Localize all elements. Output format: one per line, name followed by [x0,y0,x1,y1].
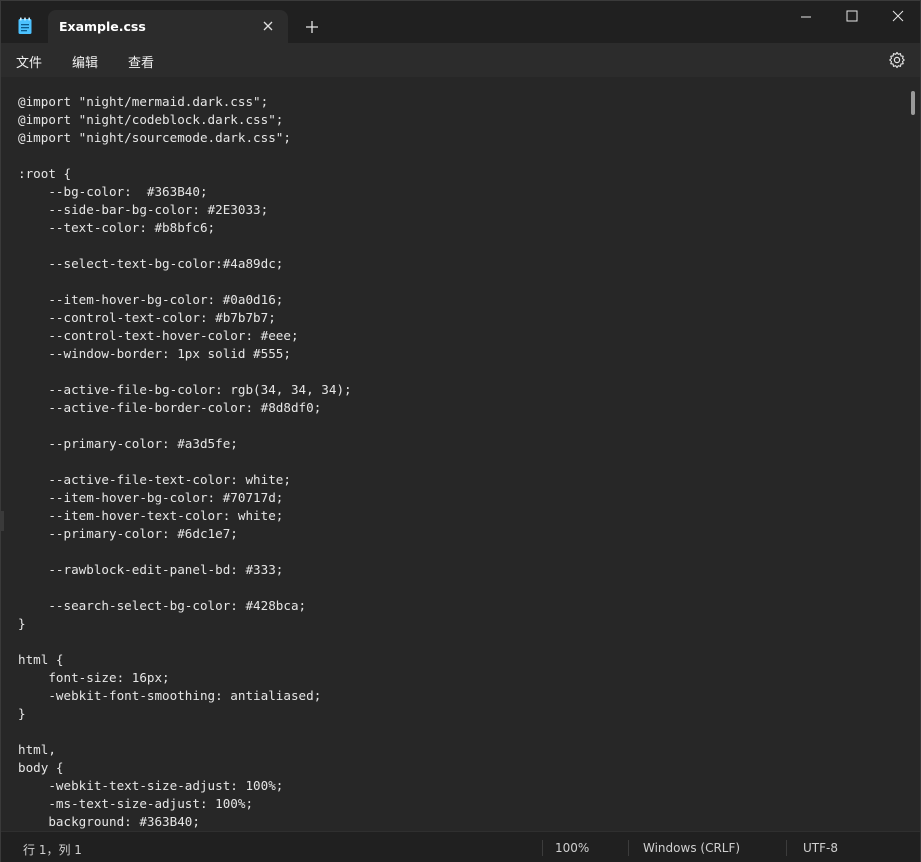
tab-example-css[interactable]: Example.css [48,10,288,44]
code-line: :root { [18,166,72,181]
notepad-window: Example.css 文件 编辑 查看 @import "night/merm… [0,0,921,862]
code-line: --side-bar-bg-color: #2E3033; [18,202,269,217]
status-divider [628,840,629,856]
code-line: --select-text-bg-color:#4a89dc; [18,256,284,271]
status-divider [542,840,543,856]
code-line: --control-text-color: #b7b7b7; [18,310,276,325]
maximize-icon[interactable] [837,7,867,27]
code-line: body { [18,760,64,775]
menu-bar: 文件 编辑 查看 [1,43,920,77]
code-line: } [18,706,26,721]
close-tab-icon[interactable] [260,18,276,34]
code-line: html { [18,652,64,667]
code-line: -ms-text-size-adjust: 100%; [18,796,254,811]
settings-gear-icon[interactable] [888,51,906,69]
code-line: --search-select-bg-color: #428bca; [18,598,307,613]
code-text[interactable]: @import "night/mermaid.dark.css"; @import… [18,93,900,831]
code-line: --text-color: #b8bfc6; [18,220,216,235]
code-line: --primary-color: #a3d5fe; [18,436,238,451]
line-ending[interactable]: Windows (CRLF) [643,841,740,855]
code-line: --item-hover-bg-color: #70717d; [18,490,284,505]
code-line: font-size: 16px; [18,670,170,685]
code-line: --rawblock-edit-panel-bd: #333; [18,562,284,577]
code-line: @import "night/sourcemode.dark.css"; [18,130,291,145]
code-line: --bg-color: #363B40; [18,184,208,199]
code-line: --item-hover-bg-color: #0a0d16; [18,292,284,307]
minimize-icon[interactable] [791,7,821,27]
text-editor-area[interactable]: @import "night/mermaid.dark.css"; @import… [1,77,920,831]
title-bar[interactable]: Example.css [1,1,920,44]
new-tab-plus-icon[interactable] [303,18,321,36]
menu-edit[interactable]: 编辑 [72,52,98,71]
code-line: html, [18,742,56,757]
notepad-app-icon [18,17,32,34]
status-bar: 行 1，列 1 100% Windows (CRLF) UTF-8 [1,831,920,862]
encoding[interactable]: UTF-8 [803,841,838,855]
menu-view[interactable]: 查看 [128,52,154,71]
code-line: --window-border: 1px solid #555; [18,346,291,361]
code-line: @import "night/codeblock.dark.css"; [18,112,284,127]
tab-title: Example.css [59,19,146,34]
zoom-level[interactable]: 100% [555,841,589,855]
code-line: --control-text-hover-color: #eee; [18,328,299,343]
code-line: } [18,616,26,631]
vertical-scrollbar-thumb[interactable] [911,91,915,115]
code-line: -webkit-text-size-adjust: 100%; [18,778,284,793]
code-line: --active-file-border-color: #8d8df0; [18,400,322,415]
code-line: --active-file-bg-color: rgb(34, 34, 34); [18,382,352,397]
code-line: -webkit-font-smoothing: antialiased; [18,688,322,703]
code-line: background: #363B40; [18,814,200,829]
menu-file[interactable]: 文件 [16,52,42,71]
cursor-position: 行 1，列 1 [23,843,82,857]
code-line: @import "night/mermaid.dark.css"; [18,94,269,109]
code-line: --primary-color: #6dc1e7; [18,526,238,541]
editor-left-edge-mark [1,511,4,531]
code-line: --active-file-text-color: white; [18,472,291,487]
window-close-icon[interactable] [883,7,913,27]
code-line: --item-hover-text-color: white; [18,508,284,523]
status-divider [786,840,787,856]
